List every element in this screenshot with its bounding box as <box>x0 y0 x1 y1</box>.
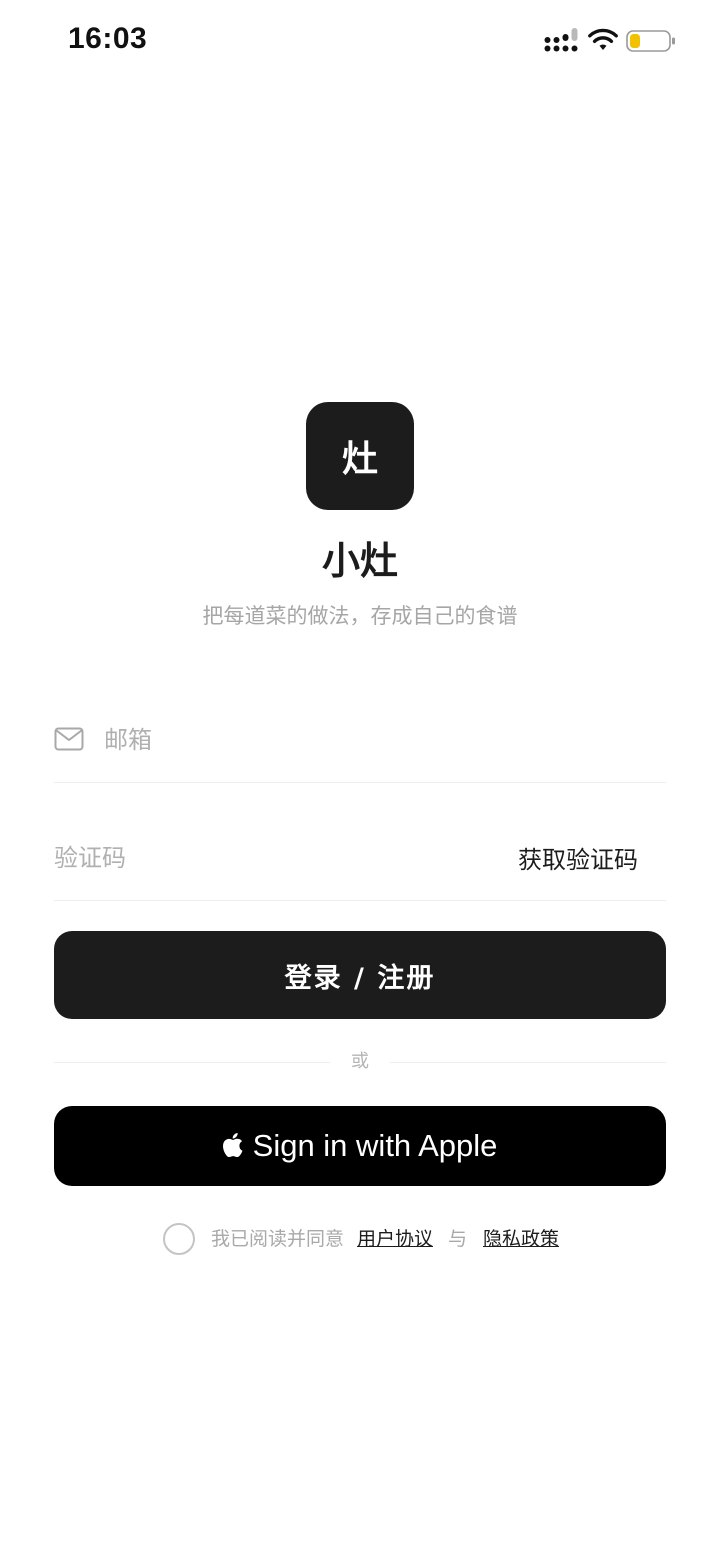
apple-button-label: Sign in with Apple <box>252 1128 498 1163</box>
battery-low-icon <box>626 30 675 52</box>
app-logo-char: 灶 <box>341 439 378 480</box>
email-field-row <box>54 702 666 783</box>
agreement-row: 我已阅读并同意 用户协议 与 隐私政策 <box>0 1222 720 1256</box>
privacy-policy-link[interactable]: 隐私政策 <box>483 1226 559 1252</box>
app-logo: 灶 <box>306 402 414 510</box>
status-bar: 16:03 <box>0 0 720 80</box>
login-register-label: 登录 / 注册 <box>284 962 436 994</box>
app-slogan: 把每道菜的做法，存成自己的食谱 <box>202 604 518 628</box>
or-divider: 或 <box>54 1048 666 1076</box>
app-name: 小灶 <box>321 539 398 583</box>
mail-icon <box>54 727 84 751</box>
verification-code-input[interactable] <box>54 836 454 880</box>
cellular-signal-icon <box>544 28 578 52</box>
agreement-prefix-text: 我已阅读并同意 <box>211 1228 345 1250</box>
user-agreement-link[interactable]: 用户协议 <box>357 1226 433 1252</box>
sign-in-with-apple-button[interactable]: Sign in with Apple <box>54 1106 666 1186</box>
divider-line-right <box>390 1062 666 1063</box>
status-time: 16:03 <box>68 22 148 55</box>
agreement-checkbox[interactable] <box>163 1223 195 1255</box>
get-code-button[interactable]: 获取验证码 <box>518 840 638 875</box>
email-input[interactable] <box>104 718 644 762</box>
wifi-icon <box>588 28 618 50</box>
login-register-button[interactable]: 登录 / 注册 <box>54 931 666 1019</box>
code-field-row: 获取验证码 <box>54 820 666 901</box>
agreement-and-text: 与 <box>448 1228 468 1250</box>
apple-logo-icon <box>222 1133 243 1157</box>
